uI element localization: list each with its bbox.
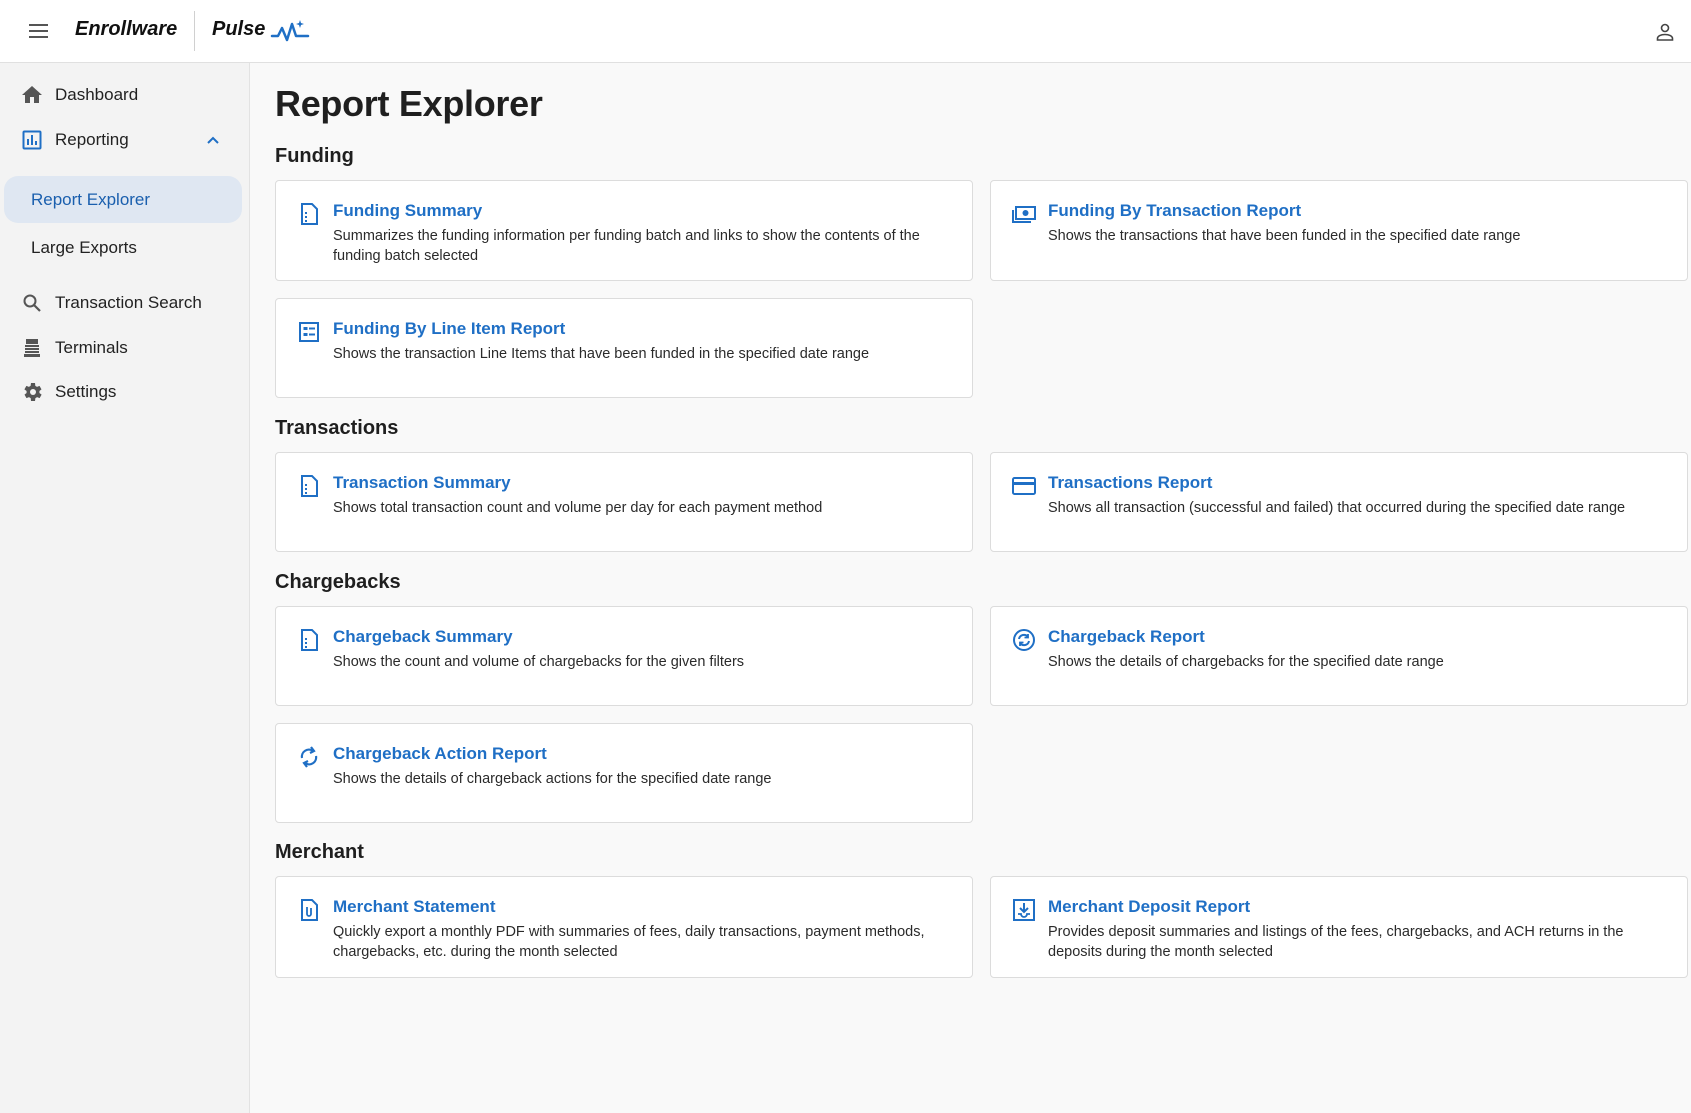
report-card-chargeback-summary[interactable]: Chargeback Summary Shows the count and v… <box>275 606 973 706</box>
report-card-description: Summarizes the funding information per f… <box>333 228 920 264</box>
sidebar-nav: Dashboard Reporting Report Explorer Larg… <box>0 63 250 1113</box>
report-card-description: Shows the details of chargeback actions … <box>333 771 772 787</box>
hamburger-menu-icon[interactable] <box>24 19 54 43</box>
sidebar-item-label: Settings <box>55 382 117 401</box>
enrollware-logo: Enrollware <box>75 18 178 40</box>
gear-icon <box>24 383 42 401</box>
sidebar-subitem-label: Report Explorer <box>31 189 151 209</box>
report-card-chargeback-report[interactable]: Chargeback Report Shows the details of c… <box>990 606 1688 706</box>
search-icon <box>23 294 41 312</box>
money-icon <box>1012 206 1036 223</box>
report-card-description: Shows the transaction Line Items that ha… <box>333 346 870 362</box>
top-app-bar: Enrollware Pulse <box>0 0 1691 63</box>
sidebar-item-label: Terminals <box>55 338 128 357</box>
pulse-wave-icon <box>270 20 310 42</box>
sidebar-item-settings[interactable]: Settings <box>0 370 250 414</box>
report-card-funding-by-line-item[interactable]: Funding By Line Item Report Shows the tr… <box>275 298 973 398</box>
credit-card-icon <box>1012 477 1036 495</box>
page-title: Report Explorer <box>275 83 543 124</box>
sidebar-item-transaction-search[interactable]: Transaction Search <box>0 281 250 325</box>
report-card-chargeback-action[interactable]: Chargeback Action Report Shows the detai… <box>275 723 973 823</box>
bar-chart-icon <box>22 130 42 150</box>
summary-document-icon <box>301 203 318 225</box>
report-card-title[interactable]: Chargeback Summary <box>333 627 513 647</box>
attachment-document-icon <box>301 899 318 921</box>
report-card-title[interactable]: Transactions Report <box>1048 473 1212 493</box>
sidebar-item-reporting[interactable]: Reporting <box>0 118 250 162</box>
report-card-description: Shows total transaction count and volume… <box>333 500 823 516</box>
report-card-merchant-deposit[interactable]: Merchant Deposit Report Provides deposit… <box>990 876 1688 978</box>
report-card-title[interactable]: Funding By Transaction Report <box>1048 201 1301 221</box>
list-alt-icon <box>299 322 319 342</box>
report-card-title[interactable]: Chargeback Action Report <box>333 744 547 764</box>
user-account-icon[interactable] <box>1653 20 1677 44</box>
report-card-funding-summary[interactable]: Funding Summary Summarizes the funding i… <box>275 180 973 281</box>
summary-document-icon <box>301 629 318 651</box>
sidebar-item-label: Dashboard <box>55 85 139 104</box>
report-card-description: Provides deposit summaries and listings … <box>1048 924 1624 960</box>
sidebar-item-report-explorer[interactable]: Report Explorer <box>4 176 242 223</box>
download-box-icon <box>1013 899 1035 921</box>
home-icon <box>22 86 42 103</box>
section-title-transactions: Transactions <box>275 417 399 439</box>
sync-icon <box>300 746 318 768</box>
currency-exchange-icon <box>1013 629 1035 651</box>
report-card-title[interactable]: Funding Summary <box>333 201 482 221</box>
chevron-up-icon[interactable] <box>203 130 223 150</box>
sidebar-subitem-label: Large Exports <box>31 237 137 257</box>
report-card-title[interactable]: Funding By Line Item Report <box>333 319 565 339</box>
report-card-title[interactable]: Chargeback Report <box>1048 627 1205 647</box>
report-card-description: Shows the transactions that have been fu… <box>1048 228 1521 244</box>
report-card-title[interactable]: Transaction Summary <box>333 473 511 493</box>
report-card-merchant-statement[interactable]: Merchant Statement Quickly export a mont… <box>275 876 973 978</box>
report-card-description: Shows all transaction (successful and fa… <box>1048 500 1626 516</box>
report-card-title[interactable]: Merchant Deposit Report <box>1048 897 1250 917</box>
sidebar-item-label: Transaction Search <box>55 293 202 312</box>
report-card-description: Shows the details of chargebacks for the… <box>1048 654 1444 670</box>
report-card-transactions-report[interactable]: Transactions Report Shows all transactio… <box>990 452 1688 552</box>
report-card-description: Quickly export a monthly PDF with summar… <box>333 924 925 960</box>
section-title-chargebacks: Chargebacks <box>275 571 401 593</box>
sidebar-item-large-exports[interactable]: Large Exports <box>4 224 242 271</box>
terminal-icon <box>24 339 40 357</box>
section-title-funding: Funding <box>275 145 354 167</box>
section-title-merchant: Merchant <box>275 841 364 863</box>
report-card-transaction-summary[interactable]: Transaction Summary Shows total transact… <box>275 452 973 552</box>
pulse-logo-text: Pulse <box>212 18 266 40</box>
report-card-title[interactable]: Merchant Statement <box>333 897 495 917</box>
sidebar-item-label: Reporting <box>55 130 129 149</box>
summary-document-icon <box>301 475 318 497</box>
sidebar-item-terminals[interactable]: Terminals <box>0 326 250 370</box>
report-card-description: Shows the count and volume of chargeback… <box>333 654 745 670</box>
brand-divider <box>194 11 195 51</box>
report-card-funding-by-transaction[interactable]: Funding By Transaction Report Shows the … <box>990 180 1688 281</box>
sidebar-item-dashboard[interactable]: Dashboard <box>0 73 250 117</box>
